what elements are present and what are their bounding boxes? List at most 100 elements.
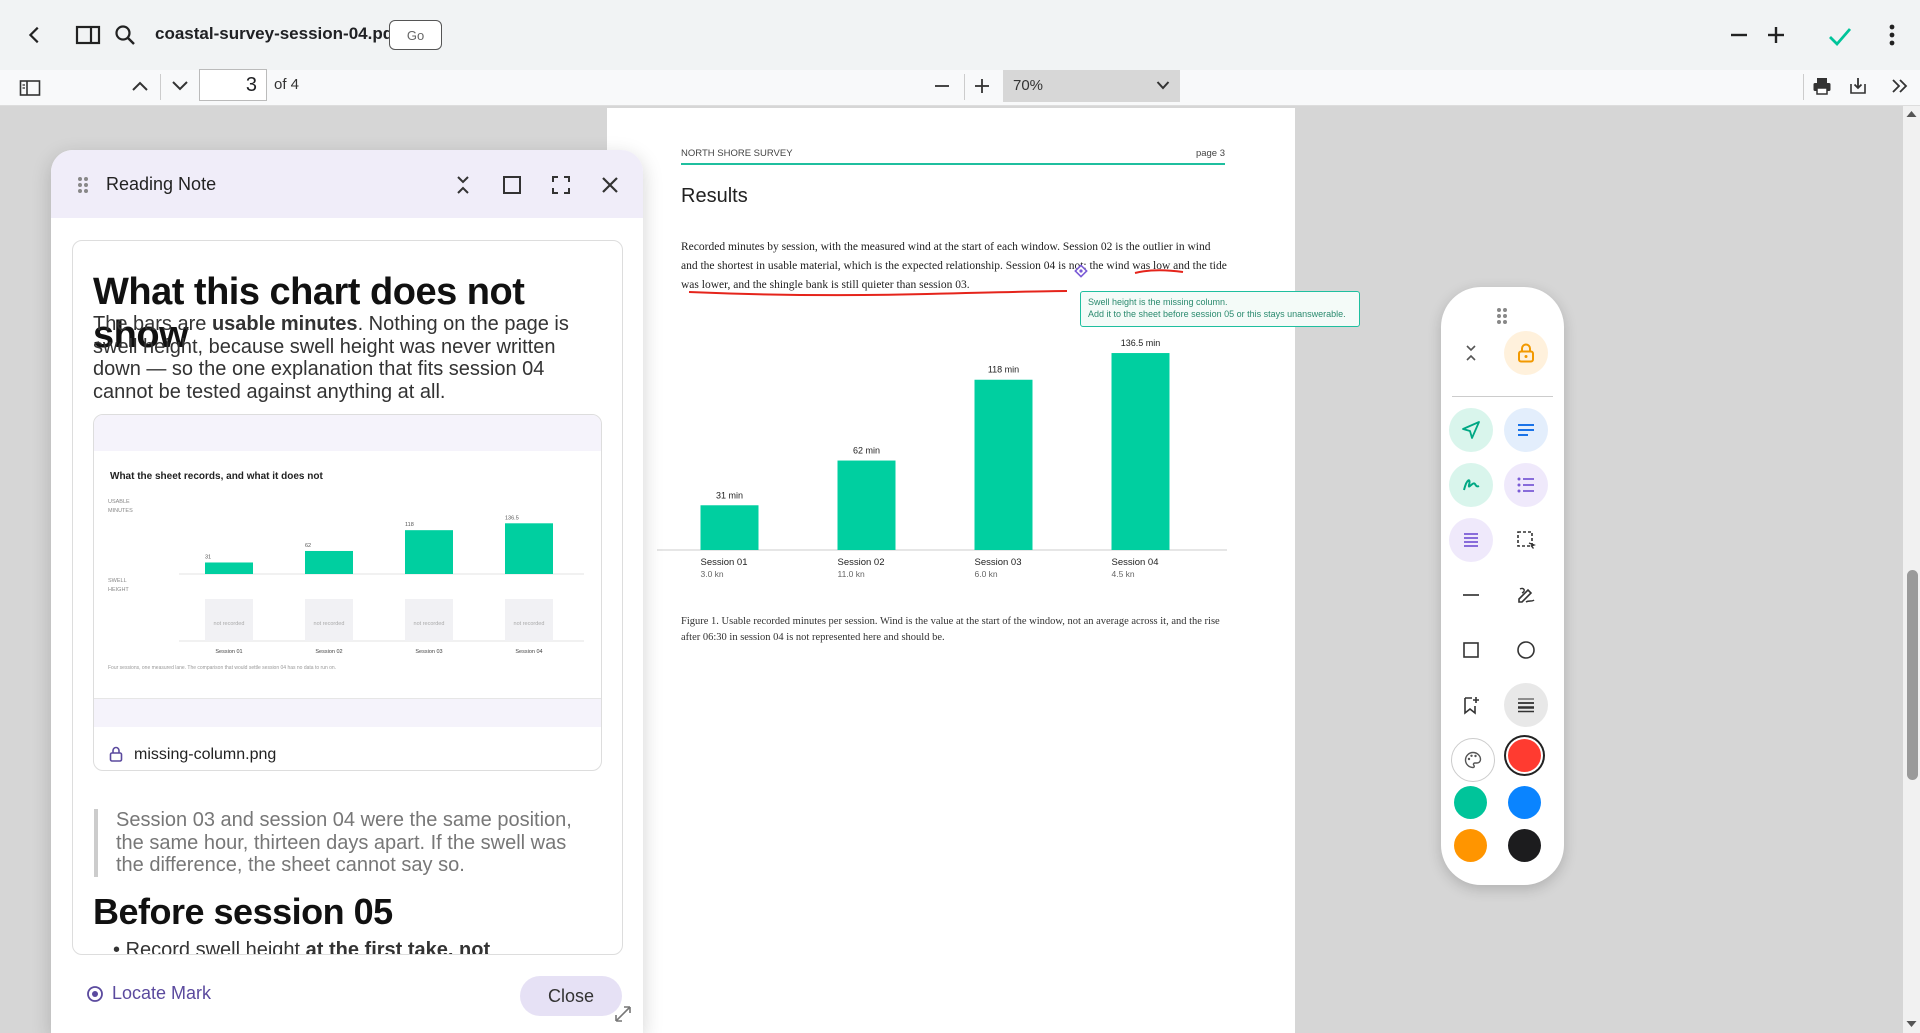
- image-not-recorded: not recorded: [414, 621, 445, 627]
- text-tool-button[interactable]: [1504, 408, 1548, 452]
- note-header: Reading Note: [51, 150, 643, 218]
- bar-value-label: 118 min: [988, 365, 1019, 375]
- color-swatch-red[interactable]: [1508, 739, 1541, 772]
- collapse-button[interactable]: [448, 170, 478, 200]
- color-picker-button[interactable]: [1451, 738, 1495, 782]
- annotation-palette: [1441, 287, 1564, 885]
- download-icon: [1850, 78, 1866, 94]
- resize-handle-icon[interactable]: [614, 1005, 632, 1023]
- image-bar: [405, 530, 453, 574]
- scroll-down-arrow-icon[interactable]: [1904, 1018, 1919, 1030]
- fullscreen-button[interactable]: [546, 170, 576, 200]
- go-button[interactable]: Go: [389, 20, 442, 50]
- zoom-in-button[interactable]: [1761, 20, 1791, 50]
- lock-tool-button[interactable]: [1504, 331, 1548, 375]
- collapse-palette-button[interactable]: [1449, 331, 1493, 375]
- signature-tool-button[interactable]: [1449, 463, 1493, 507]
- palette-divider: [1452, 396, 1553, 397]
- rectangle-tool-button[interactable]: [1449, 628, 1493, 672]
- category-label: Session 03: [975, 557, 1022, 568]
- image-session-label: Session 03: [415, 649, 442, 655]
- sidebar-toggle-button[interactable]: [73, 20, 103, 50]
- ellipse-tool-button[interactable]: [1504, 628, 1548, 672]
- image-empty-cell: [505, 599, 553, 641]
- draw-tool-button[interactable]: [1504, 573, 1548, 617]
- pdf-zoom-in-button[interactable]: [968, 72, 996, 100]
- select-area-tool-button[interactable]: [1504, 518, 1548, 562]
- category-label: Session 02: [838, 557, 885, 568]
- page-number-input[interactable]: 3: [199, 69, 267, 101]
- image-not-recorded: not recorded: [214, 621, 245, 627]
- collapse-icon: [1466, 345, 1476, 361]
- comment-pin-icon[interactable]: [1074, 264, 1088, 278]
- comment-line-1: Swell height is the missing column.: [1088, 297, 1228, 307]
- note-content[interactable]: What this chart does not show The bars a…: [72, 240, 623, 955]
- previous-page-button[interactable]: [126, 72, 154, 100]
- locate-mark-button[interactable]: Locate Mark: [86, 983, 211, 1004]
- navigation-arrow-icon: [1462, 421, 1480, 439]
- lock-icon: [109, 746, 123, 762]
- image-session-label: Session 04: [515, 649, 542, 655]
- printer-icon: [1813, 78, 1831, 95]
- search-button[interactable]: [110, 20, 140, 50]
- bar-3: [974, 379, 1033, 550]
- back-button[interactable]: [20, 20, 50, 50]
- drag-handle-icon[interactable]: [77, 176, 89, 194]
- image-bar-value: 31: [205, 554, 211, 560]
- close-button[interactable]: Close: [520, 976, 622, 1016]
- collapse-icon: [457, 176, 469, 194]
- toolbar-divider: [964, 74, 965, 100]
- wind-sublabel: 3.0 kn: [701, 569, 724, 579]
- line-tool-button[interactable]: [1449, 573, 1493, 617]
- sidebar-icon: [75, 25, 101, 45]
- bookmark-tool-button[interactable]: [1449, 683, 1493, 727]
- back-arrow-icon: [28, 26, 39, 44]
- drag-handle-icon[interactable]: [1496, 307, 1508, 325]
- image-bar: [205, 562, 253, 574]
- print-button[interactable]: [1808, 72, 1836, 100]
- comment-line-2: Add it to the sheet before session 05 or…: [1088, 309, 1346, 319]
- more-menu-button[interactable]: [1877, 20, 1907, 50]
- ink-underline-annotation[interactable]: [607, 108, 1295, 308]
- target-icon: [87, 985, 103, 1002]
- image-attachment-card[interactable]: What the sheet records, and what it does…: [93, 414, 602, 771]
- bar-value-label: 136.5 min: [1121, 338, 1161, 348]
- confirm-button[interactable]: [1824, 20, 1856, 52]
- color-swatch-orange[interactable]: [1454, 829, 1487, 862]
- pdf-zoom-out-button[interactable]: [928, 72, 956, 100]
- color-swatch-black[interactable]: [1508, 829, 1541, 862]
- bookmark-add-icon: [1464, 697, 1479, 715]
- download-button[interactable]: [1844, 72, 1872, 100]
- image-axis-label: HEIGHT: [108, 587, 129, 593]
- paragraph-tool-button[interactable]: [1449, 518, 1493, 562]
- image-session-label: Session 02: [315, 649, 342, 655]
- stroke-width-button[interactable]: [1504, 683, 1548, 727]
- scrollbar-thumb[interactable]: [1907, 570, 1918, 780]
- chevron-up-icon: [132, 81, 148, 91]
- toolbar-divider: [1803, 74, 1804, 100]
- file-name: coastal-survey-session-04.pdf: [155, 24, 399, 43]
- image-empty-cell: [305, 599, 353, 641]
- next-page-button[interactable]: [166, 72, 194, 100]
- list-tool-button[interactable]: [1504, 463, 1548, 507]
- image-not-recorded: not recorded: [514, 621, 545, 627]
- fullscreen-icon: [552, 176, 570, 194]
- color-swatch-blue[interactable]: [1508, 786, 1541, 819]
- bar-4: [1111, 353, 1170, 550]
- zoom-select[interactable]: 70%: [1003, 70, 1180, 102]
- zoom-out-button[interactable]: [1724, 20, 1754, 50]
- thumbnails-toggle-button[interactable]: [16, 74, 44, 102]
- color-swatch-green[interactable]: [1454, 786, 1487, 819]
- image-axis-label: SWELL: [108, 578, 127, 584]
- image-title: What the sheet records, and what it does…: [110, 471, 323, 482]
- square-icon: [503, 176, 521, 194]
- send-tool-button[interactable]: [1449, 408, 1493, 452]
- restore-button[interactable]: [497, 170, 527, 200]
- minus-icon: [1731, 33, 1747, 37]
- close-note-button[interactable]: [595, 170, 625, 200]
- chevron-down-icon: [172, 81, 188, 91]
- list-item: • Record swell height at the first take,…: [113, 939, 491, 955]
- image-empty-cell: [405, 599, 453, 641]
- more-tools-button[interactable]: [1886, 72, 1914, 100]
- scroll-up-arrow-icon[interactable]: [1904, 108, 1919, 120]
